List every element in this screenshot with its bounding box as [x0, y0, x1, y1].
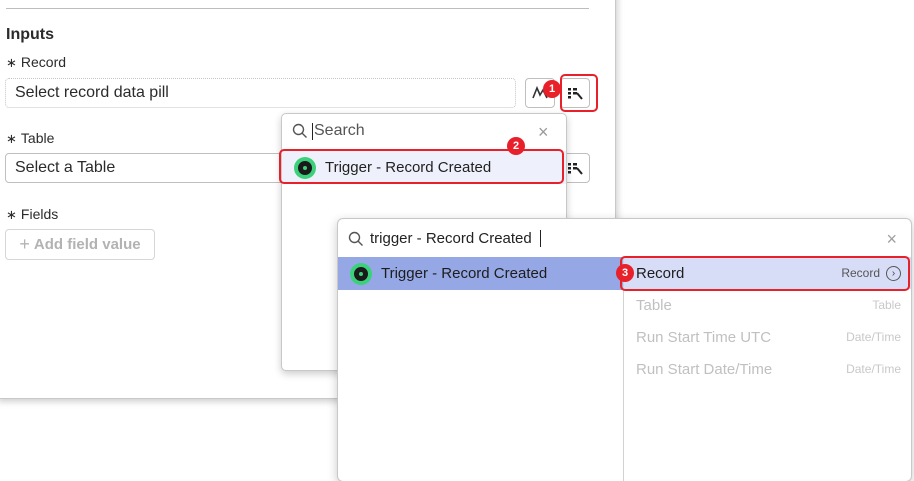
search-icon	[348, 231, 363, 246]
option-type: Date/Time	[846, 330, 901, 344]
cursor-icon	[539, 230, 541, 247]
callout-3-highlight	[620, 256, 910, 291]
pill-option-run-start-time-utc[interactable]: Run Start Time UTC Date/Time	[624, 321, 911, 353]
required-mark: ∗	[6, 208, 17, 223]
picker-search[interactable]: trigger - Record Created	[348, 230, 541, 247]
callout-1-badge: 1	[543, 80, 561, 98]
dropdown-search[interactable]: Search	[292, 122, 365, 140]
option-type: Date/Time	[846, 362, 901, 376]
callout-1-highlight	[560, 74, 598, 112]
picker-search-value: trigger - Record Created	[370, 230, 532, 247]
plus-icon: +	[19, 234, 30, 254]
add-field-value-button[interactable]: + Add field value	[5, 229, 155, 260]
table-placeholder: Select a Table	[15, 159, 116, 176]
table-input[interactable]: Select a Table	[5, 153, 285, 183]
record-label: ∗ Record	[6, 54, 66, 71]
add-field-value-label: Add field value	[33, 236, 141, 253]
section-title: Inputs	[6, 26, 54, 43]
record-placeholder: Select record data pill	[15, 84, 169, 101]
option-name: Run Start Date/Time	[636, 360, 773, 378]
callout-2-badge: 2	[507, 137, 525, 155]
table-label-text: Table	[20, 130, 55, 146]
close-icon[interactable]: ×	[886, 229, 897, 250]
trigger-icon	[350, 262, 372, 285]
option-name: Table	[636, 296, 672, 314]
trigger-record-created-item[interactable]: Trigger - Record Created	[338, 257, 623, 290]
callout-3-badge: 3	[616, 264, 634, 282]
required-mark: ∗	[6, 132, 17, 147]
pill-option-run-start-date-time[interactable]: Run Start Date/Time Date/Time	[624, 353, 911, 385]
data-pill-picker-icon	[568, 163, 583, 175]
stage: Inputs ∗ Record Select record data pill ∗…	[0, 0, 914, 481]
record-input[interactable]: Select record data pill	[5, 78, 516, 108]
divider	[6, 8, 589, 9]
record-label-text: Record	[20, 54, 67, 70]
fields-label: ∗ Fields	[6, 206, 58, 223]
trigger-item-label: Trigger - Record Created	[381, 265, 548, 282]
close-icon[interactable]: ×	[538, 122, 549, 143]
callout-2-highlight	[279, 149, 564, 184]
search-placeholder: Search	[314, 122, 365, 139]
search-icon	[292, 123, 307, 138]
fields-label-text: Fields	[20, 206, 59, 222]
table-label: ∗ Table	[6, 130, 54, 147]
pill-option-table[interactable]: Table Table	[624, 289, 911, 321]
option-type: Table	[872, 298, 901, 312]
option-name: Run Start Time UTC	[636, 328, 772, 346]
required-mark: ∗	[6, 56, 17, 71]
